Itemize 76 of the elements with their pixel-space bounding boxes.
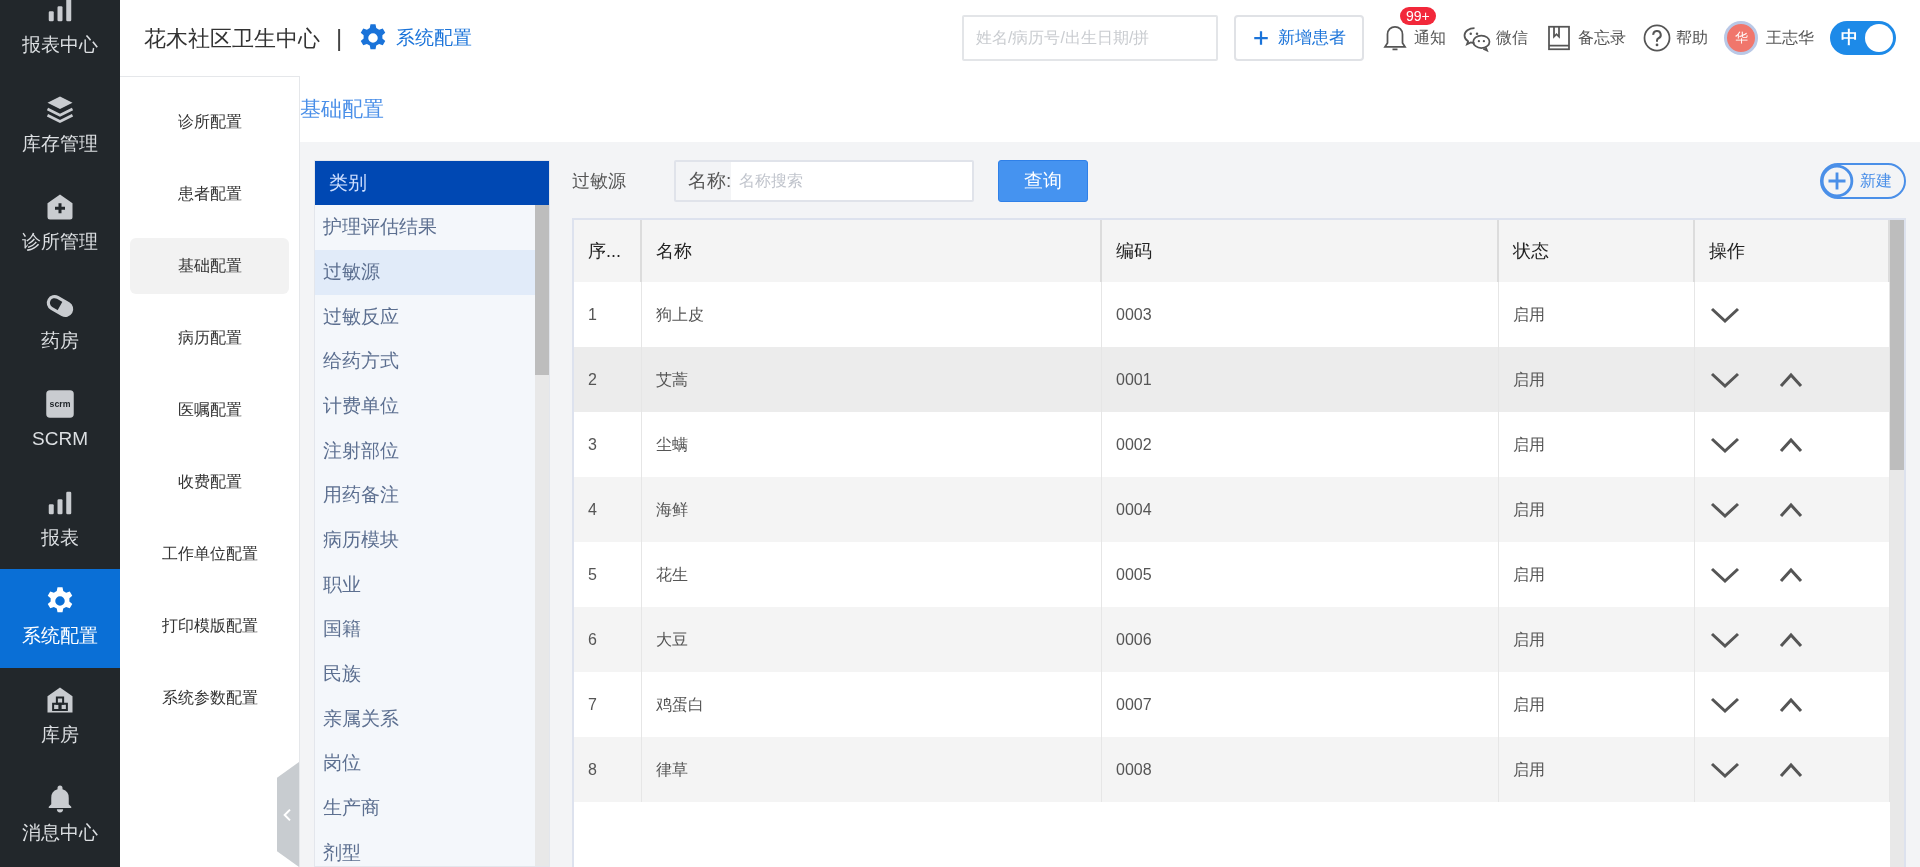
table-cell: 启用 (1499, 607, 1695, 673)
config-menu-item[interactable]: 诊所配置 (130, 94, 289, 150)
table-cell: 2 (574, 347, 642, 413)
table-cell: 0008 (1102, 737, 1499, 803)
table-cell: 0006 (1102, 607, 1499, 673)
title-separator: | (336, 23, 343, 53)
nav-item[interactable]: 药房 (0, 273, 120, 372)
config-menu-item[interactable]: 医嘱配置 (130, 382, 289, 438)
clinic-name: 花木社区卫生中心 (144, 24, 320, 53)
bell-icon (1380, 23, 1410, 53)
collapse-handle[interactable] (277, 762, 299, 867)
toolbar-link[interactable]: 通知 (1380, 23, 1446, 53)
nav-item[interactable]: 诊所管理 (0, 175, 120, 274)
category-item[interactable]: 给药方式 (315, 339, 535, 384)
table-cell: 启用 (1499, 347, 1695, 413)
category-item[interactable]: 过敏反应 (315, 294, 535, 340)
table-cell: 启用 (1499, 477, 1695, 543)
config-menu-item[interactable]: 系统参数配置 (130, 670, 289, 726)
table-cell: 启用 (1499, 737, 1695, 803)
table-cell: 海鲜 (642, 477, 1102, 543)
column-header: 操作 (1695, 220, 1890, 283)
toolbar-link[interactable]: 帮助 (1642, 23, 1708, 53)
config-menu-item[interactable]: 患者配置 (130, 166, 289, 222)
table-cell: 0004 (1102, 477, 1499, 543)
table-cell: 8 (574, 737, 642, 803)
house-plus-icon (45, 192, 75, 222)
config-menu-item[interactable]: 病历配置 (130, 310, 289, 366)
category-item[interactable]: 国籍 (315, 607, 535, 652)
nav-item[interactable]: 报表 (0, 470, 120, 569)
toolbar-link[interactable]: 备忘录 (1544, 23, 1626, 53)
category-item[interactable]: 亲属关系 (315, 696, 535, 742)
category-item[interactable]: 过敏源 (315, 249, 535, 295)
table-cell: 大豆 (642, 607, 1102, 673)
config-menu-item[interactable]: 工作单位配置 (130, 526, 289, 582)
column-header: 序... (574, 220, 642, 283)
category-item[interactable]: 计费单位 (315, 383, 535, 429)
name-search-field[interactable]: 名称: 名称搜索 (674, 160, 974, 203)
category-header: 类别 (315, 161, 549, 206)
category-item[interactable]: 生产商 (315, 786, 535, 831)
category-item[interactable]: 职业 (315, 562, 535, 608)
nav-item[interactable]: scrm SCRM (0, 372, 120, 471)
category-item[interactable]: 用药备注 (315, 473, 535, 518)
plus-circle-icon (1820, 164, 1854, 199)
scrm-icon: scrm (45, 389, 75, 419)
config-menu-item[interactable]: 收费配置 (130, 454, 289, 510)
table-cell: 6 (574, 607, 642, 673)
nav-item[interactable]: 报表中心 (0, 0, 120, 77)
category-item[interactable]: 护理评估结果 (315, 205, 535, 250)
user-name: 王志华 (1766, 28, 1814, 48)
page-title: 基础配置 (300, 96, 385, 123)
category-item[interactable]: 民族 (315, 652, 535, 697)
column-header: 状态 (1499, 220, 1695, 283)
config-menu-item[interactable]: 基础配置 (130, 238, 289, 294)
table-cell: 艾蒿 (642, 347, 1102, 413)
nav-item[interactable]: 库存管理 (0, 76, 120, 175)
nav-item[interactable]: 消息中心 (0, 766, 120, 865)
category-item[interactable]: 剂型 (315, 830, 535, 866)
category-item[interactable]: 注射部位 (315, 428, 535, 474)
plus-icon (1252, 29, 1270, 47)
nav-item[interactable]: 库房 (0, 667, 120, 766)
table-cell: 4 (574, 477, 642, 543)
section-title: 系统配置 (396, 25, 473, 50)
column-header: 编码 (1102, 220, 1499, 283)
column-header: 名称 (642, 220, 1102, 283)
nav-item[interactable]: 系统配置 (0, 569, 120, 668)
notification-badge: 99+ (1400, 7, 1436, 25)
table-cell: 0001 (1102, 347, 1499, 413)
help-icon (1642, 23, 1672, 53)
language-toggle[interactable]: 中 (1830, 21, 1896, 55)
config-menu-item[interactable]: 打印模版配置 (130, 598, 289, 654)
filter-title: 过敏源 (572, 169, 626, 193)
category-item[interactable]: 病历模块 (315, 517, 535, 563)
toolbar-link[interactable]: 微信 (1462, 23, 1528, 53)
table-cell: 律草 (642, 737, 1102, 803)
add-patient-button[interactable]: 新增患者 (1234, 15, 1364, 61)
category-item[interactable]: 岗位 (315, 741, 535, 787)
